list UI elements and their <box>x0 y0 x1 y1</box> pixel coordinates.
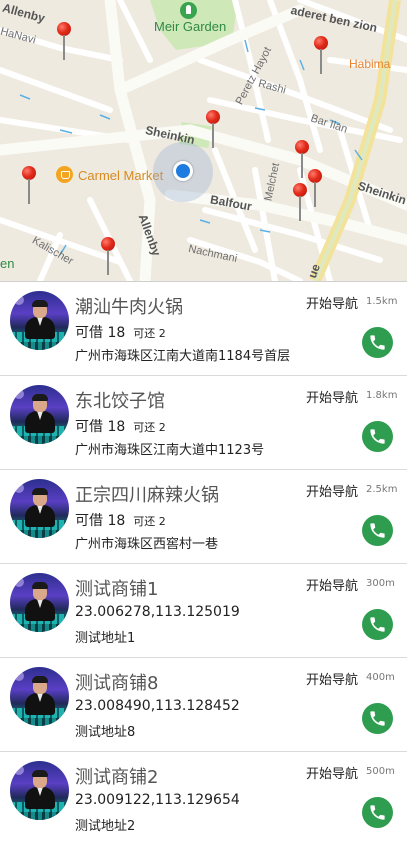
shop-list-item[interactable]: 东北饺子馆 可借 18 可还 2 广州市海珠区江南大道中1123号 开始导航 1.… <box>0 376 407 470</box>
shop-list-item[interactable]: 测试商铺8 23.008490,113.128452 测试地址8 开始导航 40… <box>0 658 407 752</box>
shop-address: 广州市海珠区江南大道中1123号 <box>75 443 265 458</box>
shop-address: 测试地址2 <box>75 819 136 834</box>
shop-avatar <box>10 385 69 444</box>
phone-icon <box>370 617 385 632</box>
call-button[interactable] <box>362 421 393 452</box>
call-button[interactable] <box>362 797 393 828</box>
call-button[interactable] <box>362 609 393 640</box>
start-navigation-link[interactable]: 开始导航 <box>306 387 358 406</box>
shop-distance: 300m <box>366 578 395 589</box>
phone-icon <box>370 429 385 444</box>
shop-availability: 可借 18 可还 2 <box>75 419 166 435</box>
shop-avatar <box>10 573 69 632</box>
shop-name: 测试商铺8 <box>75 673 159 694</box>
map-view[interactable]: Meir Garden Allenby HaNavi aderet ben zi… <box>0 0 407 281</box>
shop-coordinates: 23.008490,113.128452 <box>75 698 240 714</box>
shop-list-item[interactable]: 测试商铺1 23.006278,113.125019 测试地址1 开始导航 30… <box>0 564 407 658</box>
phone-icon <box>370 711 385 726</box>
phone-icon <box>370 805 385 820</box>
shop-list-item[interactable]: 正宗四川麻辣火锅 可借 18 可还 2 广州市海珠区西窖村一巷 开始导航 2.5k… <box>0 470 407 564</box>
shop-coordinates: 23.009122,113.129654 <box>75 792 240 808</box>
call-button[interactable] <box>362 515 393 546</box>
map-label-meir-garden: Meir Garden <box>154 19 227 34</box>
map-pin-icon[interactable] <box>101 237 117 277</box>
shop-avatar <box>10 479 69 538</box>
phone-icon <box>370 335 385 350</box>
map-pin-icon[interactable] <box>206 110 222 150</box>
call-button[interactable] <box>362 703 393 734</box>
location-dot-icon <box>173 161 193 181</box>
shop-distance: 500m <box>366 766 395 777</box>
map-label-habima: Habima <box>349 57 391 71</box>
map-pin-icon[interactable] <box>314 36 330 76</box>
start-navigation-link[interactable]: 开始导航 <box>306 575 358 594</box>
park-icon <box>180 2 197 19</box>
shop-distance: 1.5km <box>366 296 398 307</box>
start-navigation-link[interactable]: 开始导航 <box>306 669 358 688</box>
map-pin-icon[interactable] <box>57 22 73 62</box>
map-pin-icon[interactable] <box>22 166 38 206</box>
map-pin-icon[interactable] <box>293 183 309 223</box>
shop-list-item[interactable]: 测试商铺2 23.009122,113.129654 测试地址2 开始导航 50… <box>0 752 407 843</box>
shop-name: 潮汕牛肉火锅 <box>75 297 183 318</box>
user-location-marker <box>153 142 213 202</box>
shop-avatar <box>10 761 69 820</box>
shop-name: 正宗四川麻辣火锅 <box>75 485 219 506</box>
shop-list-item[interactable]: 潮汕牛肉火锅 可借 18 可还 2 广州市海珠区江南大道南1184号首层 开始导航… <box>0 282 407 376</box>
start-navigation-link[interactable]: 开始导航 <box>306 481 358 500</box>
map-label-carmel-market: Carmel Market <box>78 168 164 183</box>
start-navigation-link[interactable]: 开始导航 <box>306 293 358 312</box>
shop-availability: 可借 18 可还 2 <box>75 325 166 341</box>
shop-name: 东北饺子馆 <box>75 391 165 412</box>
shop-address: 测试地址8 <box>75 725 136 740</box>
shop-distance: 2.5km <box>366 484 398 495</box>
map-pin-icon[interactable] <box>308 169 324 209</box>
shop-name: 测试商铺2 <box>75 767 159 788</box>
shop-address: 广州市海珠区西窖村一巷 <box>75 537 219 552</box>
shop-avatar <box>10 667 69 726</box>
map-label-edge: en <box>0 256 15 271</box>
shop-name: 测试商铺1 <box>75 579 159 600</box>
shop-address: 测试地址1 <box>75 631 136 646</box>
shop-distance: 1.8km <box>366 390 398 401</box>
market-icon <box>56 166 73 183</box>
shop-list[interactable]: 潮汕牛肉火锅 可借 18 可还 2 广州市海珠区江南大道南1184号首层 开始导航… <box>0 281 407 843</box>
start-navigation-link[interactable]: 开始导航 <box>306 763 358 782</box>
shop-coordinates: 23.006278,113.125019 <box>75 604 240 620</box>
shop-availability: 可借 18 可还 2 <box>75 513 166 529</box>
shop-address: 广州市海珠区江南大道南1184号首层 <box>75 349 291 364</box>
shop-avatar <box>10 291 69 350</box>
shop-distance: 400m <box>366 672 395 683</box>
call-button[interactable] <box>362 327 393 358</box>
phone-icon <box>370 523 385 538</box>
